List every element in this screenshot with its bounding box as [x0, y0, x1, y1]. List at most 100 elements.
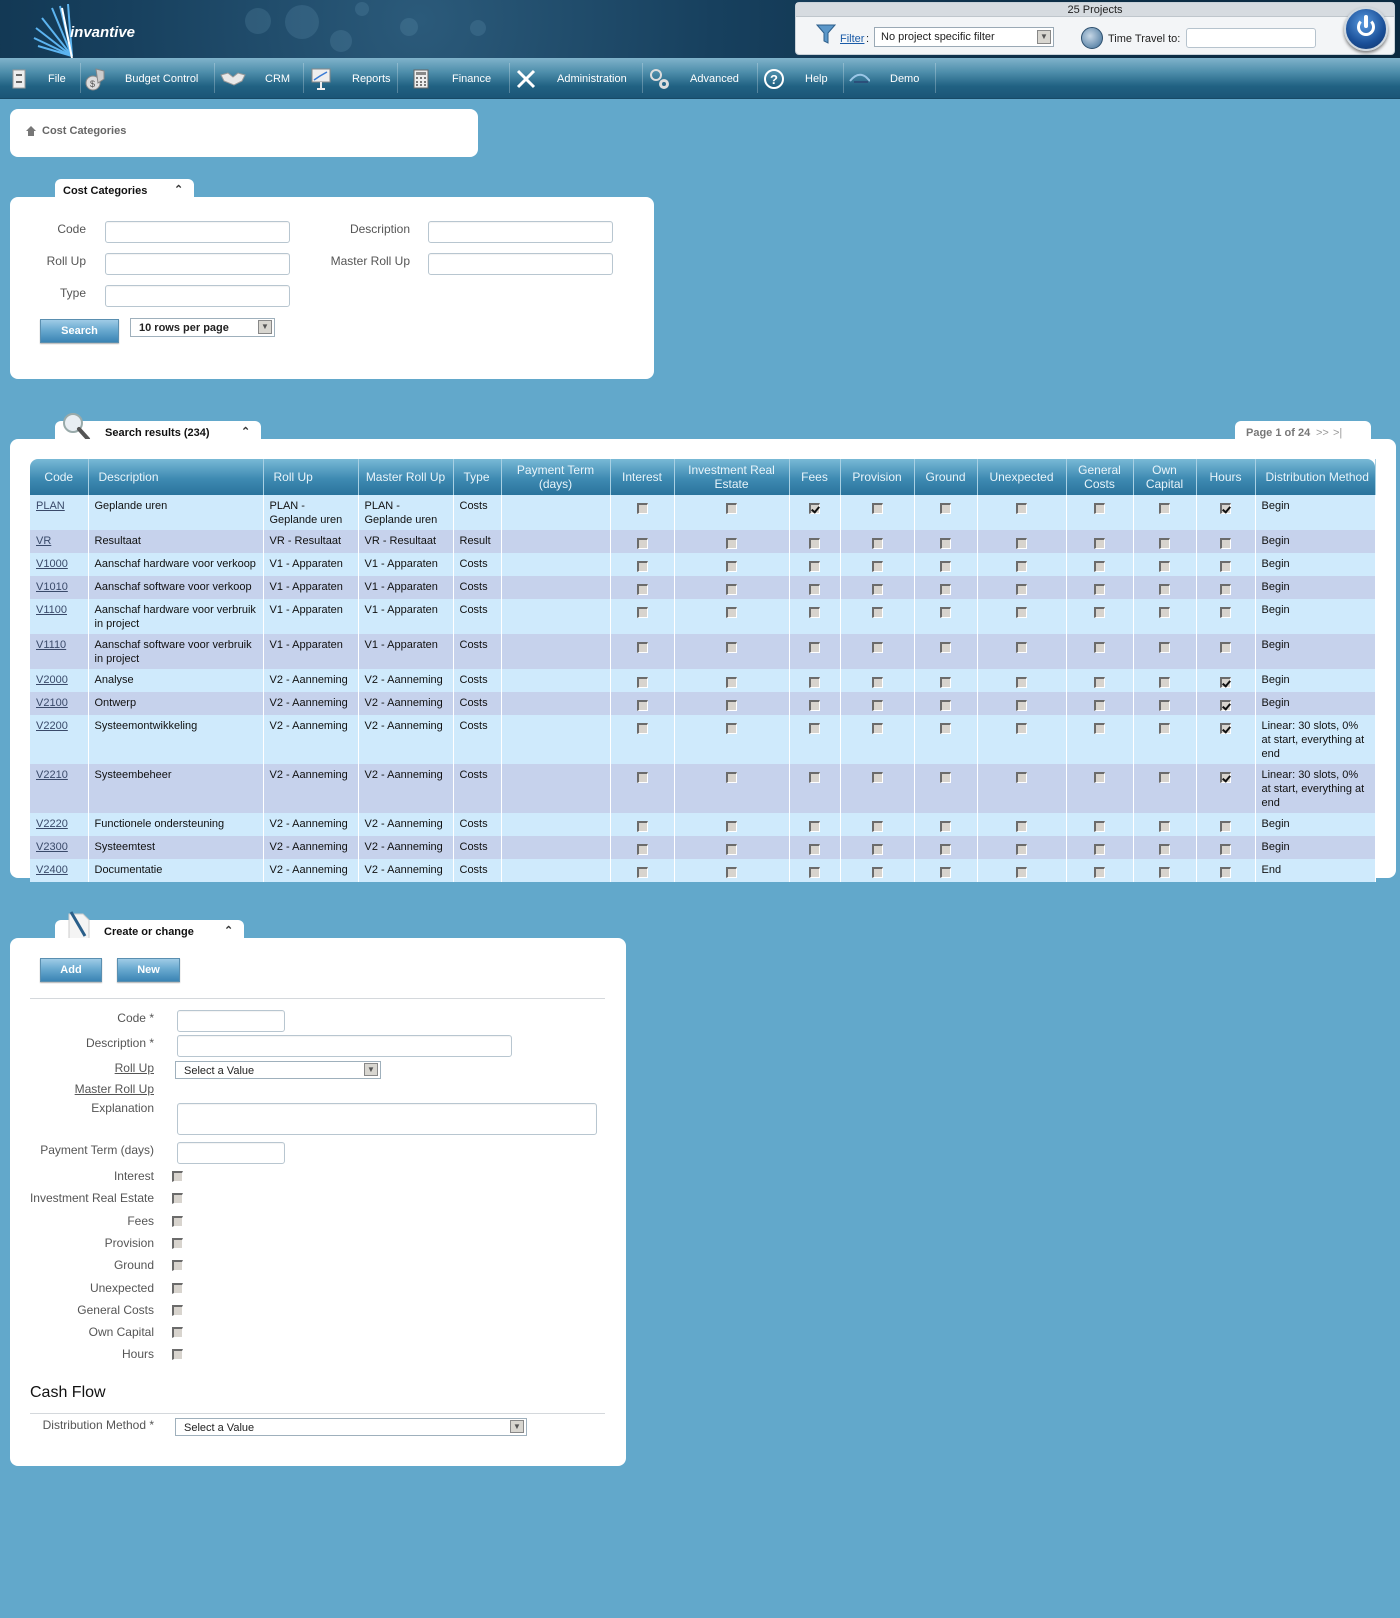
own-capital-checkbox[interactable]: [1159, 866, 1170, 878]
menu-demo[interactable]: Demo: [848, 58, 919, 99]
provision-checkbox[interactable]: [871, 771, 883, 783]
general-costs-checkbox[interactable]: [1094, 676, 1105, 688]
code-search-input[interactable]: [105, 221, 290, 243]
code-link[interactable]: V2100: [36, 697, 68, 709]
column-header[interactable]: Code: [30, 459, 89, 495]
investment-real-estate-checkbox[interactable]: [726, 771, 737, 783]
fees-checkbox[interactable]: [809, 641, 820, 653]
investment-real-estate-checkbox[interactable]: [726, 676, 737, 688]
flag-checkbox[interactable]: [172, 1282, 183, 1294]
interest-checkbox[interactable]: [636, 676, 648, 688]
menu-budget-control[interactable]: $ Budget Control: [84, 58, 198, 99]
investment-real-estate-checkbox[interactable]: [726, 820, 737, 832]
investment-real-estate-checkbox[interactable]: [726, 537, 737, 549]
fees-checkbox[interactable]: [809, 606, 820, 618]
provision-checkbox[interactable]: [871, 676, 883, 688]
master-rollup-search-input[interactable]: [428, 253, 613, 275]
interest-checkbox[interactable]: [636, 560, 648, 572]
ground-checkbox[interactable]: [940, 843, 951, 855]
fees-checkbox[interactable]: [809, 843, 820, 855]
flag-checkbox[interactable]: [172, 1349, 183, 1361]
general-costs-checkbox[interactable]: [1094, 820, 1105, 832]
hours-checkbox[interactable]: [1220, 560, 1231, 572]
rollup-link[interactable]: Roll Up: [22, 1061, 154, 1075]
investment-real-estate-checkbox[interactable]: [726, 606, 737, 618]
code-link[interactable]: V1010: [36, 581, 68, 593]
table-row[interactable]: V1000 Aanschaf hardware voor verkoop V1 - …: [30, 553, 1376, 576]
search-button[interactable]: Search: [40, 319, 119, 343]
fees-checkbox[interactable]: [809, 699, 820, 711]
general-costs-checkbox[interactable]: [1094, 537, 1105, 549]
unexpected-checkbox[interactable]: [1016, 722, 1027, 734]
chevron-down-icon[interactable]: ▼: [1037, 30, 1051, 44]
menu-administration[interactable]: Administration: [515, 58, 627, 99]
code-link[interactable]: V1110: [36, 639, 66, 651]
flag-checkbox[interactable]: [172, 1260, 183, 1272]
menu-file[interactable]: File: [8, 58, 66, 99]
chevron-down-icon[interactable]: ▼: [510, 1420, 524, 1433]
rollup-select[interactable]: Select a Value ▼: [175, 1061, 381, 1079]
own-capital-checkbox[interactable]: [1159, 722, 1170, 734]
provision-checkbox[interactable]: [871, 722, 883, 734]
table-row[interactable]: V1110 Aanschaf software voor verbruik in …: [30, 634, 1376, 669]
general-costs-checkbox[interactable]: [1094, 502, 1105, 514]
provision-checkbox[interactable]: [871, 560, 883, 572]
hours-checkbox[interactable]: [1220, 537, 1231, 549]
ground-checkbox[interactable]: [940, 699, 951, 711]
collapse-chevron-icon[interactable]: ⌃: [241, 425, 250, 438]
own-capital-checkbox[interactable]: [1159, 537, 1170, 549]
collapse-chevron-icon[interactable]: ⌃: [174, 183, 183, 196]
filter-link[interactable]: Filter: [840, 33, 864, 45]
general-costs-checkbox[interactable]: [1094, 722, 1105, 734]
interest-checkbox[interactable]: [636, 843, 648, 855]
description-input[interactable]: [177, 1035, 512, 1057]
provision-checkbox[interactable]: [871, 537, 883, 549]
interest-checkbox[interactable]: [636, 771, 648, 783]
provision-checkbox[interactable]: [871, 820, 883, 832]
code-input[interactable]: [177, 1010, 285, 1032]
code-link[interactable]: VR: [36, 535, 51, 547]
provision-checkbox[interactable]: [871, 502, 883, 514]
provision-checkbox[interactable]: [871, 583, 883, 595]
invantive-logo[interactable]: invantive: [32, 3, 142, 59]
own-capital-checkbox[interactable]: [1159, 560, 1170, 572]
table-row[interactable]: PLAN Geplande uren PLAN - Geplande uren PLA…: [30, 495, 1376, 530]
ground-checkbox[interactable]: [940, 771, 951, 783]
fees-checkbox[interactable]: [809, 771, 820, 783]
interest-checkbox[interactable]: [636, 820, 648, 832]
provision-checkbox[interactable]: [871, 606, 883, 618]
table-row[interactable]: V1100 Aanschaf hardware voor verbruik in …: [30, 599, 1376, 634]
investment-real-estate-checkbox[interactable]: [726, 641, 737, 653]
hours-checkbox[interactable]: [1220, 699, 1231, 711]
add-button[interactable]: Add: [40, 958, 102, 982]
column-header[interactable]: Distribution Method: [1255, 459, 1376, 495]
column-header[interactable]: Type: [453, 459, 502, 495]
general-costs-checkbox[interactable]: [1094, 699, 1105, 711]
column-header[interactable]: Fees: [789, 459, 841, 495]
rollup-search-input[interactable]: [105, 253, 290, 275]
interest-checkbox[interactable]: [636, 606, 648, 618]
general-costs-checkbox[interactable]: [1094, 583, 1105, 595]
general-costs-checkbox[interactable]: [1094, 560, 1105, 572]
ground-checkbox[interactable]: [940, 676, 951, 688]
interest-checkbox[interactable]: [636, 583, 648, 595]
own-capital-checkbox[interactable]: [1159, 699, 1170, 711]
table-row[interactable]: V2100 Ontwerp V2 - Aanneming V2 - Aanneming…: [30, 692, 1376, 715]
own-capital-checkbox[interactable]: [1159, 676, 1170, 688]
own-capital-checkbox[interactable]: [1159, 820, 1170, 832]
flag-checkbox[interactable]: [172, 1215, 183, 1227]
chevron-down-icon[interactable]: ▼: [258, 320, 272, 334]
column-header[interactable]: Description: [88, 459, 264, 495]
flag-checkbox[interactable]: [172, 1193, 183, 1205]
interest-checkbox[interactable]: [636, 722, 648, 734]
interest-checkbox[interactable]: [636, 866, 648, 878]
own-capital-checkbox[interactable]: [1159, 843, 1170, 855]
ground-checkbox[interactable]: [940, 866, 951, 878]
hours-checkbox[interactable]: [1220, 843, 1231, 855]
fees-checkbox[interactable]: [809, 722, 820, 734]
column-header[interactable]: Ground: [914, 459, 978, 495]
fees-checkbox[interactable]: [809, 502, 820, 514]
distribution-method-select[interactable]: Select a Value ▼: [175, 1418, 527, 1436]
interest-checkbox[interactable]: [636, 699, 648, 711]
fees-checkbox[interactable]: [809, 537, 820, 549]
